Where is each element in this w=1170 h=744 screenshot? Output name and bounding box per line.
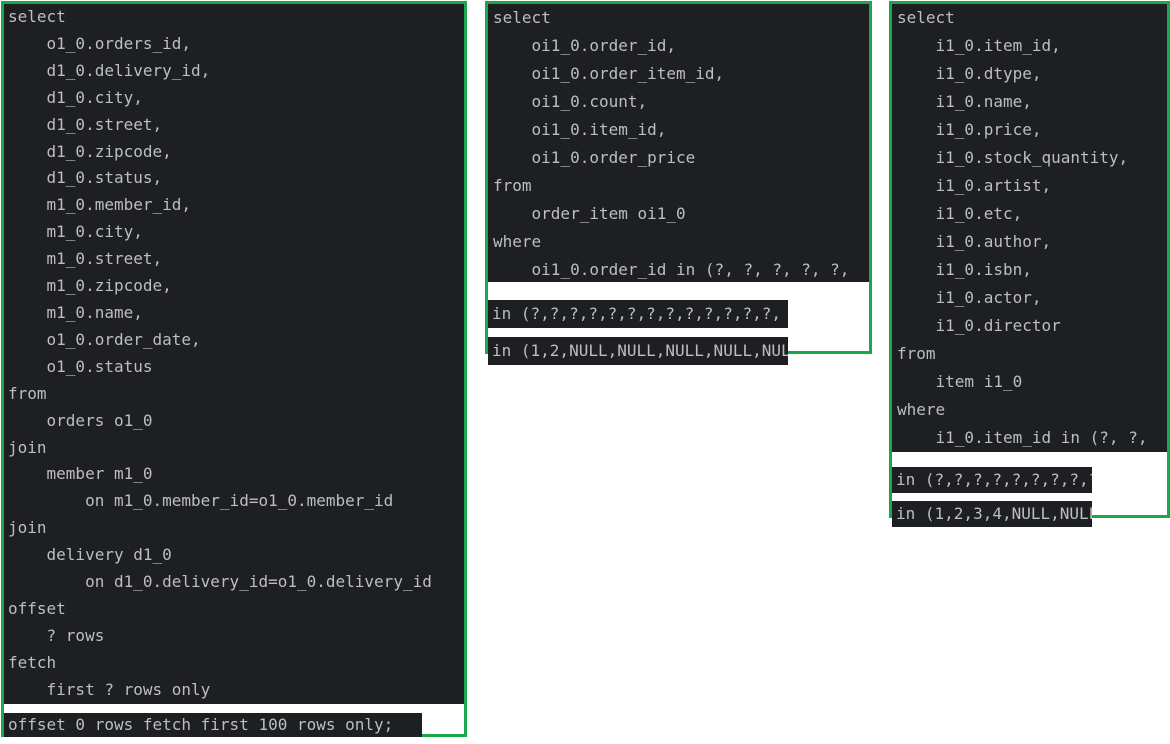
code-line: select (897, 8, 955, 27)
code-line: member m1_0 (8, 464, 153, 484)
code-line: first ? rows only (8, 679, 211, 699)
code-line: oi1_0.order_price (493, 148, 696, 167)
code-line: item i1_0 (897, 372, 1023, 391)
log-line: in (1,2,3,4,NULL,NULL (892, 501, 1092, 527)
code-line: m1_0.street, (8, 249, 163, 269)
code-line: d1_0.status, (8, 168, 163, 188)
code-line: on d1_0.delivery_id=o1_0.delivery_id (8, 572, 432, 592)
sql-code-block: select oi1_0.order_id, oi1_0.order_item_… (488, 4, 869, 282)
code-line: oi1_0.order_id, (493, 36, 677, 55)
code-line: delivery d1_0 (8, 545, 172, 565)
code-line: i1_0.item_id, (897, 36, 1061, 55)
code-line: m1_0.member_id, (8, 195, 192, 215)
log-line: in (?,?,?,?,?,?,?,?,?,?,?,?,?, (488, 300, 788, 328)
code-line: offset (8, 598, 66, 618)
code-line: i1_0.item_id in (?, ?, (897, 428, 1148, 447)
code-line: from (8, 383, 47, 403)
code-line: oi1_0.order_id in (?, ?, ?, ?, ?, (493, 260, 850, 279)
code-line: o1_0.order_date, (8, 329, 201, 349)
code-line: oi1_0.count, (493, 92, 648, 111)
log-line: offset 0 rows fetch first 100 rows only; (4, 713, 422, 737)
sql-log-output: offset 0 rows fetch first 100 rows only; (4, 713, 422, 744)
code-line: d1_0.city, (8, 87, 143, 107)
code-line: i1_0.isbn, (897, 260, 1032, 279)
code-line: m1_0.city, (8, 222, 143, 242)
order-item-query-panel: select oi1_0.order_id, oi1_0.order_item_… (485, 1, 872, 365)
code-line: select (8, 7, 66, 26)
code-line: d1_0.zipcode, (8, 141, 172, 161)
code-line: m1_0.zipcode, (8, 276, 172, 296)
code-line: i1_0.name, (897, 92, 1032, 111)
code-line: m1_0.name, (8, 302, 143, 322)
log-line: in (1,2,NULL,NULL,NULL,NULL,NULL (488, 337, 788, 365)
code-line: i1_0.price, (897, 120, 1042, 139)
code-line: i1_0.director (897, 316, 1061, 335)
code-line: i1_0.artist, (897, 176, 1052, 195)
code-line: o1_0.status (8, 356, 153, 376)
code-line: oi1_0.order_item_id, (493, 64, 725, 83)
code-line: from (897, 344, 936, 363)
sql-log-output: in (?,?,?,?,?,?,?,?,?,?,?,?,?, in (1,2,NU… (488, 300, 788, 374)
sql-code-block: select i1_0.item_id, i1_0.dtype, i1_0.na… (892, 4, 1167, 452)
sql-code-block: select o1_0.orders_id, d1_0.delivery_id,… (4, 4, 464, 704)
code-line: from (493, 176, 532, 195)
code-line: where (897, 400, 946, 419)
code-line: where (493, 232, 542, 251)
code-line: order_item oi1_0 (493, 204, 686, 223)
code-line: i1_0.stock_quantity, (897, 148, 1129, 167)
code-line: ? rows (8, 625, 105, 645)
code-line: fetch (8, 652, 57, 672)
code-line: i1_0.actor, (897, 288, 1042, 307)
code-line: on m1_0.member_id=o1_0.member_id (8, 491, 394, 511)
code-line: i1_0.author, (897, 232, 1052, 251)
sql-log-output: in (?,?,?,?,?,?,?,?,? in (1,2,3,4,NULL,NU… (892, 467, 1092, 535)
log-line: in (?,?,?,?,?,?,?,?,? (892, 467, 1092, 493)
code-line: join (8, 518, 47, 538)
orders-query-panel: select o1_0.orders_id, d1_0.delivery_id,… (1, 1, 467, 737)
code-line: i1_0.etc, (897, 204, 1023, 223)
code-line: select (493, 8, 551, 27)
code-line: d1_0.street, (8, 114, 163, 134)
code-line: d1_0.delivery_id, (8, 60, 211, 80)
code-line: orders o1_0 (8, 410, 153, 430)
code-line: join (8, 437, 47, 457)
code-line: oi1_0.item_id, (493, 120, 667, 139)
code-line: i1_0.dtype, (897, 64, 1042, 83)
code-line: o1_0.orders_id, (8, 33, 192, 53)
item-query-panel: select i1_0.item_id, i1_0.dtype, i1_0.na… (889, 1, 1170, 527)
